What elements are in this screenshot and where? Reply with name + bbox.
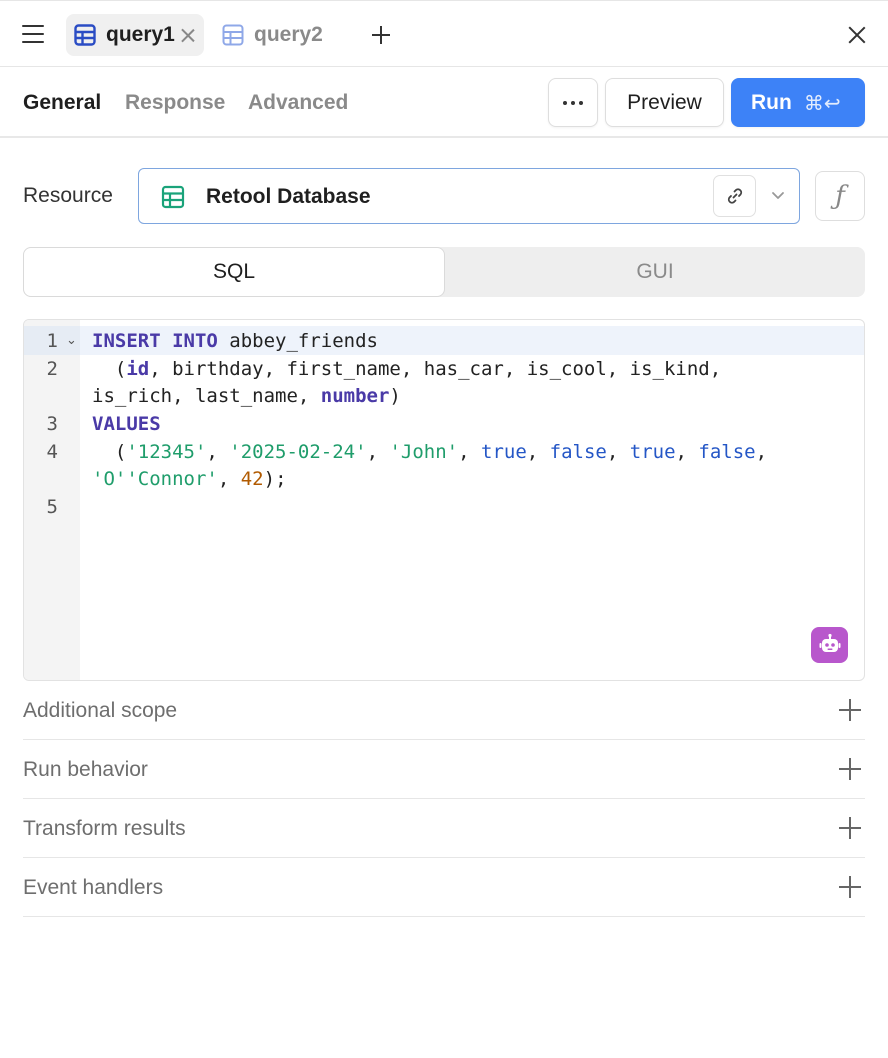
resource-select[interactable]: Retool Database [138,168,800,224]
plus-icon[interactable] [839,758,861,780]
close-icon[interactable] [181,28,195,42]
tab-general[interactable]: General [23,91,101,115]
ai-assist-button[interactable] [811,627,848,663]
section-label: Event handlers [23,876,164,899]
section-label: Transform results [23,817,186,840]
run-label: Run [751,90,792,114]
line-number: 5 [46,496,58,518]
robot-icon [819,633,840,652]
more-options-button[interactable] [548,78,598,127]
tab-label: query1 [106,23,175,46]
close-icon[interactable] [848,26,866,44]
link-icon[interactable] [713,175,756,217]
section-additional-scope[interactable]: Additional scope [23,681,865,740]
section-run-behavior[interactable]: Run behavior [23,740,865,799]
line-number: 3 [46,413,58,435]
section-event-handlers[interactable]: Event handlers [23,858,865,917]
run-button[interactable]: Run ⌘↩ [731,78,865,127]
tab-response[interactable]: Response [125,91,225,115]
sql-editor[interactable]: 1 ⌄ 2 3 4 5 INSERT INTO abbey_friends (i… [23,319,865,681]
tab-advanced[interactable]: Advanced [248,91,348,115]
preview-button[interactable]: Preview [605,78,724,127]
plus-icon[interactable] [839,817,861,839]
tab-label: query2 [254,23,323,46]
table-icon [74,24,96,46]
plus-icon[interactable] [839,699,861,721]
section-label: Run behavior [23,758,148,781]
tab-query1[interactable]: query1 [66,14,204,56]
line-number: 1 [46,330,58,352]
line-number: 4 [46,441,58,463]
chevron-down-icon [772,192,784,199]
section-transform-results[interactable]: Transform results [23,799,865,858]
code-line: 'O''Connor', 42); [92,468,287,490]
code-line: (id, birthday, first_name, has_car, is_c… [92,358,722,380]
plus-icon[interactable] [839,876,861,898]
code-line: is_rich, last_name, number) [92,385,401,407]
run-shortcut: ⌘↩ [803,90,841,115]
query-toolbar: General Response Advanced Preview Run ⌘↩ [0,67,888,138]
resource-label: Resource [23,184,113,207]
fx-button[interactable]: ƒ [815,171,865,221]
gui-mode-button[interactable]: GUI [445,247,865,297]
resource-value: Retool Database [206,185,371,208]
tab-query2[interactable]: query2 [214,14,344,56]
sql-mode-button[interactable]: SQL [23,247,445,297]
code-line: VALUES [92,413,161,435]
hamburger-icon[interactable] [22,25,44,43]
table-icon [222,24,244,46]
database-table-icon [161,185,185,209]
code-line: ('12345', '2025-02-24', 'John', true, fa… [92,441,768,463]
code-line: INSERT INTO abbey_friends [92,330,378,352]
ellipsis-icon [563,100,583,105]
line-number: 2 [46,358,58,380]
query-tab-bar: query1 query2 [0,0,888,67]
plus-icon[interactable] [372,26,390,44]
fold-chevron-icon[interactable]: ⌄ [66,333,77,348]
query-mode-toggle: SQL GUI [23,247,865,297]
section-label: Additional scope [23,699,178,722]
